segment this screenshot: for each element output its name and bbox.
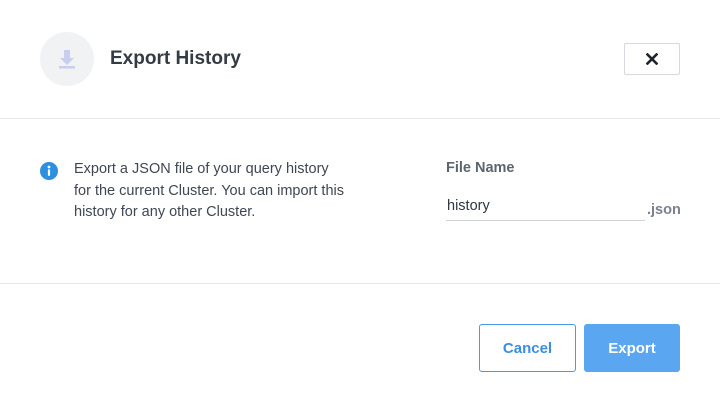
cancel-button[interactable]: Cancel [479,324,576,372]
header-icon-badge [40,32,94,86]
dialog-footer: Cancel Export [0,284,720,400]
dialog-body: Export a JSON file of your query history… [0,119,720,284]
file-extension-label: .json [647,202,681,218]
info-icon [40,162,58,180]
download-icon [59,50,75,69]
dialog-header: Export History [0,0,720,119]
close-icon [646,53,658,65]
file-name-label: File Name [446,160,515,176]
file-name-input[interactable] [446,192,645,221]
close-button[interactable] [624,43,680,75]
dialog-title: Export History [110,48,241,69]
export-button[interactable]: Export [584,324,680,372]
export-description: Export a JSON file of your query history… [74,161,344,220]
export-history-dialog: Export History Export a JSON file of you… [0,0,720,400]
